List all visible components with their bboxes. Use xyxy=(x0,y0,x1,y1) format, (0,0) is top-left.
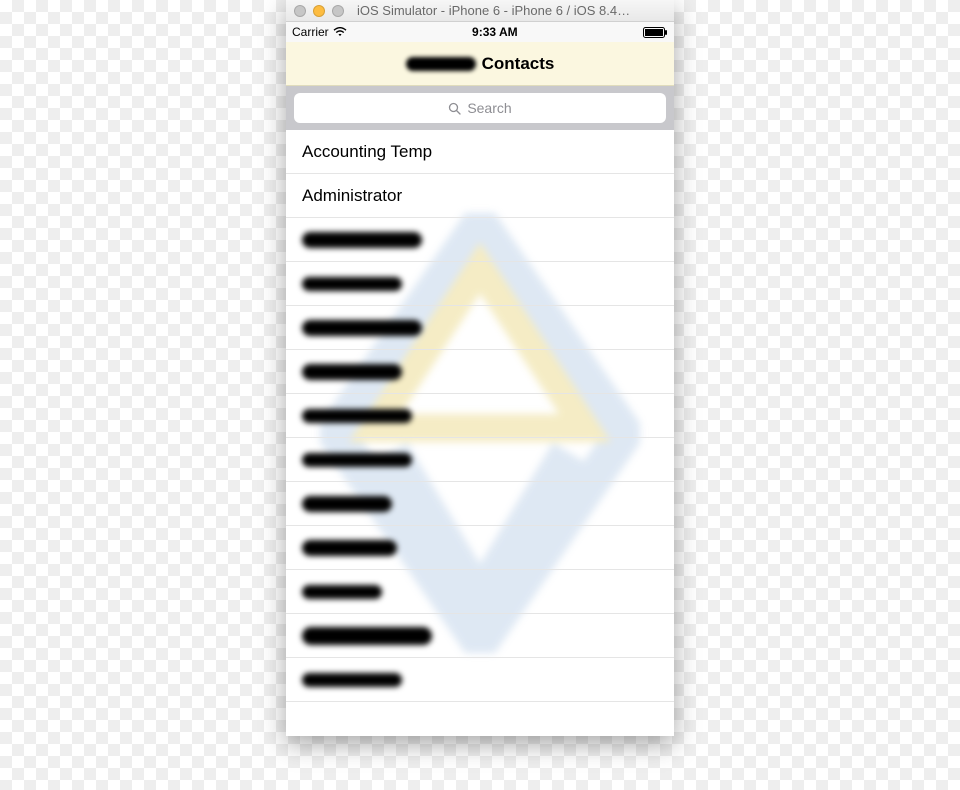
close-button[interactable] xyxy=(294,5,306,17)
contact-row[interactable] xyxy=(286,438,674,482)
contact-row[interactable] xyxy=(286,658,674,702)
search-icon xyxy=(448,102,461,115)
redacted-title-prefix xyxy=(406,57,476,71)
contact-row[interactable] xyxy=(286,394,674,438)
contact-row[interactable] xyxy=(286,526,674,570)
status-time: 9:33 AM xyxy=(472,25,518,39)
navigation-bar: Contacts xyxy=(286,42,674,86)
redacted-contact-name xyxy=(302,627,432,645)
traffic-lights xyxy=(294,5,344,17)
redacted-contact-name xyxy=(302,453,412,467)
redacted-contact-name xyxy=(302,320,422,336)
carrier-label: Carrier xyxy=(292,25,329,39)
contact-row[interactable] xyxy=(286,482,674,526)
contact-row[interactable] xyxy=(286,262,674,306)
zoom-button[interactable] xyxy=(332,5,344,17)
contact-name: Accounting Temp xyxy=(302,142,432,162)
contact-name: Administrator xyxy=(302,186,402,206)
contact-row[interactable] xyxy=(286,350,674,394)
contact-row[interactable]: Administrator xyxy=(286,174,674,218)
contact-row[interactable]: Accounting Temp xyxy=(286,130,674,174)
redacted-contact-name xyxy=(302,277,402,291)
minimize-button[interactable] xyxy=(313,5,325,17)
nav-title-text: Contacts xyxy=(482,54,555,74)
simulator-window: iOS Simulator - iPhone 6 - iPhone 6 / iO… xyxy=(286,0,674,736)
redacted-contact-name xyxy=(302,540,397,556)
page-title: Contacts xyxy=(406,54,555,74)
search-placeholder: Search xyxy=(467,100,511,116)
redacted-contact-name xyxy=(302,496,392,512)
macos-titlebar: iOS Simulator - iPhone 6 - iPhone 6 / iO… xyxy=(286,0,674,22)
contact-row[interactable] xyxy=(286,306,674,350)
contact-list[interactable]: Accounting Temp Administrator xyxy=(286,130,674,736)
redacted-contact-name xyxy=(302,409,412,423)
contact-row[interactable] xyxy=(286,570,674,614)
wifi-icon xyxy=(333,27,347,37)
redacted-contact-name xyxy=(302,673,402,687)
search-input[interactable]: Search xyxy=(294,93,666,123)
search-bar: Search xyxy=(286,86,674,130)
contact-row[interactable] xyxy=(286,614,674,658)
redacted-contact-name xyxy=(302,364,402,380)
window-title: iOS Simulator - iPhone 6 - iPhone 6 / iO… xyxy=(351,3,666,18)
battery-icon xyxy=(643,27,668,38)
ios-status-bar: Carrier 9:33 AM xyxy=(286,22,674,42)
redacted-contact-name xyxy=(302,585,382,599)
redacted-contact-name xyxy=(302,232,422,248)
contact-row[interactable] xyxy=(286,218,674,262)
